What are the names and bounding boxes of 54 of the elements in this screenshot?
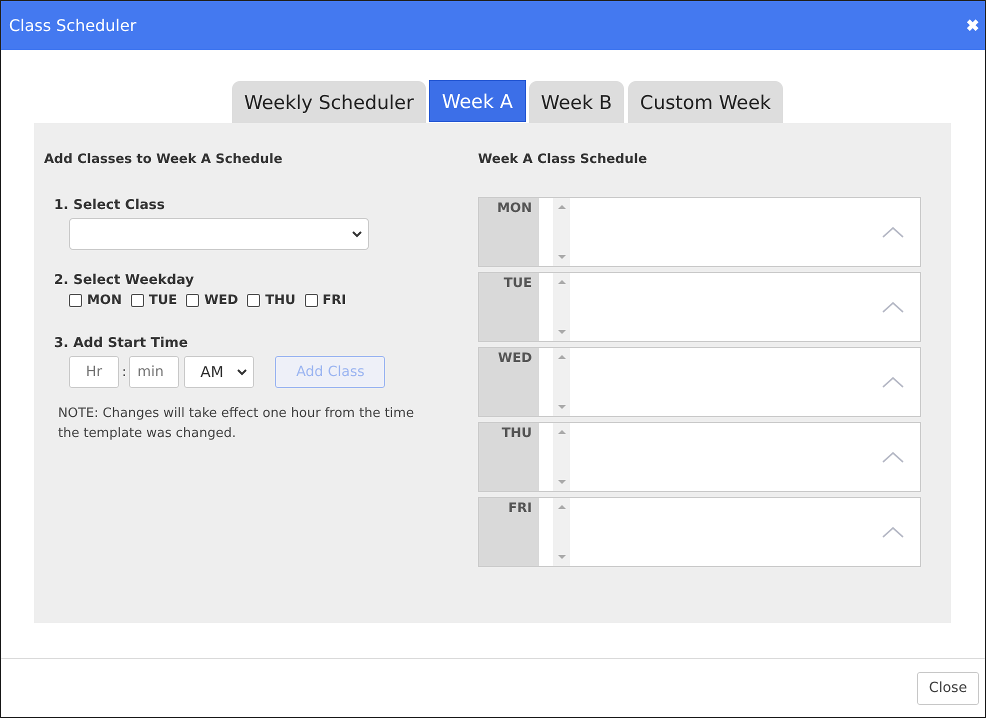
scrollbar[interactable]	[553, 198, 570, 266]
chevron-up-icon[interactable]	[882, 376, 904, 388]
day-label: WED	[479, 348, 539, 416]
chevron-up-icon[interactable]	[882, 226, 904, 238]
checkbox-label: FRI	[322, 293, 346, 308]
step-label: 2. Select Weekday	[54, 272, 195, 288]
tab[interactable]: Week A	[430, 81, 525, 121]
class-select[interactable]	[69, 218, 369, 250]
checkbox[interactable]	[304, 294, 318, 307]
chevron-up-icon[interactable]	[882, 526, 904, 538]
checkbox-label: WED	[204, 293, 238, 308]
scroll-up-icon[interactable]	[558, 504, 566, 509]
day-label: FRI	[479, 498, 539, 566]
scroll-down-icon[interactable]	[558, 330, 566, 335]
checkbox[interactable]	[130, 294, 144, 307]
section-heading: Add Classes to Week A Schedule	[44, 152, 284, 167]
scroll-down-icon[interactable]	[558, 405, 566, 410]
scroll-up-icon[interactable]	[558, 354, 566, 359]
minute-field[interactable]: min	[129, 356, 180, 388]
dropdown-icon	[352, 230, 362, 238]
scrollbar[interactable]	[553, 498, 570, 566]
note-text: NOTE: Changes will take effect one hour from the time the template was changed.	[58, 405, 415, 443]
section-heading: Week A Class Schedule	[478, 152, 648, 167]
window-title: Class Scheduler	[9, 16, 136, 35]
scroll-down-icon[interactable]	[558, 255, 566, 260]
scrollbar[interactable]	[553, 273, 570, 341]
step-label: 1. Select Class	[54, 197, 166, 213]
scroll-up-icon[interactable]	[558, 429, 566, 434]
scrollbar[interactable]	[553, 423, 570, 491]
tab[interactable]: Week B	[528, 81, 624, 123]
step-label: 3. Add Start Time	[54, 335, 189, 351]
checkbox-label: MON	[87, 293, 122, 308]
scroll-down-icon[interactable]	[558, 480, 566, 485]
dropdown-icon	[237, 368, 248, 376]
period-select[interactable]: AM	[184, 356, 254, 388]
hour-field[interactable]: Hr	[69, 356, 119, 388]
tab[interactable]: Weekly Scheduler	[232, 81, 426, 123]
close-button[interactable]: Close	[917, 672, 979, 704]
chevron-up-icon[interactable]	[882, 301, 904, 313]
checkbox-label: THU	[265, 293, 296, 308]
checkbox[interactable]	[247, 294, 260, 307]
day-label: TUE	[479, 273, 539, 341]
scroll-down-icon[interactable]	[558, 555, 566, 560]
day-label: THU	[479, 423, 539, 491]
day-label: MON	[479, 198, 539, 266]
scroll-up-icon[interactable]	[558, 204, 566, 209]
time-separator: :	[122, 364, 126, 380]
tab[interactable]: Custom Week	[628, 81, 783, 123]
chevron-up-icon[interactable]	[882, 451, 904, 463]
checkbox[interactable]	[69, 294, 82, 307]
checkbox[interactable]	[186, 294, 200, 307]
scroll-up-icon[interactable]	[558, 279, 566, 284]
checkbox-label: TUE	[148, 293, 178, 308]
scrollbar[interactable]	[553, 348, 570, 416]
